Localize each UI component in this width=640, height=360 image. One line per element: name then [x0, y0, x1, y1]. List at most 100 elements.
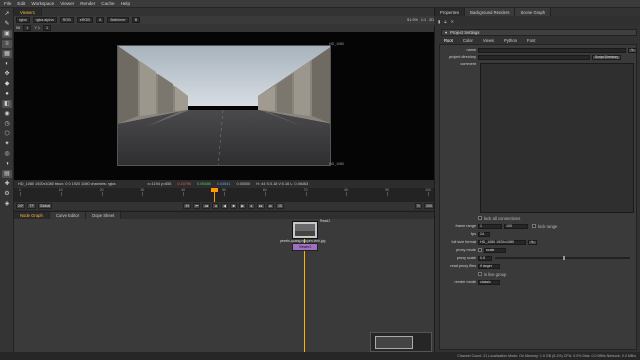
project-dir-field[interactable]: [478, 54, 590, 60]
playhead[interactable]: [214, 188, 215, 202]
play-icon[interactable]: ▶: [239, 203, 247, 209]
keyer-icon[interactable]: ●: [2, 90, 12, 98]
close-all-icon[interactable]: ✕: [451, 19, 455, 24]
proxy-mode-dropdown[interactable]: scale: [484, 247, 506, 253]
ratio-readout[interactable]: 1:1: [421, 18, 426, 22]
right-panel-tabs: Properties Background Renders Scene Grap…: [434, 8, 640, 16]
comment-textarea[interactable]: [480, 63, 634, 213]
read-proxy-dropdown[interactable]: if larger: [478, 263, 500, 269]
lock-icon[interactable]: 🔒︎: [444, 19, 446, 24]
filter-icon[interactable]: ◆: [2, 80, 12, 88]
menu-workspace[interactable]: Workspace: [31, 1, 54, 6]
proxy-scale-field[interactable]: 0.5: [478, 255, 492, 261]
gamma-label[interactable]: Y 1: [34, 26, 40, 30]
global-dropdown[interactable]: Global: [37, 203, 53, 209]
blend-dropdown[interactable]: Bafnimer: [107, 17, 129, 23]
lock-connections-checkbox[interactable]: [478, 216, 482, 220]
tab-python[interactable]: Python: [499, 37, 522, 44]
zoom-readout[interactable]: 51.9%: [407, 18, 418, 22]
tab-viewer1[interactable]: Viewer1: [14, 8, 43, 16]
alpha-dropdown[interactable]: rgba.alpha: [32, 17, 57, 23]
brush-icon[interactable]: ✎: [2, 20, 12, 28]
lut-dropdown[interactable]: sRGB: [76, 17, 93, 23]
read-proxy-label: read proxy files: [450, 264, 476, 268]
proxy-scale-slider[interactable]: [495, 256, 630, 260]
view-icon[interactable]: ◑: [2, 160, 12, 168]
grid-icon[interactable]: ▦: [2, 50, 12, 58]
name-edit-button[interactable]: ✎: [628, 47, 637, 53]
exposure-field[interactable]: 1: [23, 25, 32, 31]
node-graph-canvas[interactable]: Viewer1 Read1 pexels-quang-nguyen-vinh.j…: [14, 219, 434, 352]
plugin-icon[interactable]: ⚙: [2, 190, 12, 198]
menu-cache[interactable]: Cache: [101, 1, 114, 6]
metadata-icon[interactable]: ▤: [2, 170, 12, 178]
colorspace-dropdown[interactable]: RGB: [59, 17, 74, 23]
step-forward-icon[interactable]: ▸: [248, 203, 256, 209]
pointer-icon[interactable]: ➚: [2, 10, 12, 18]
merge-icon[interactable]: ◐: [2, 60, 12, 68]
3d-icon[interactable]: ⬡: [2, 130, 12, 138]
tab-font[interactable]: Font: [522, 37, 540, 44]
fps-field[interactable]: 24*: [16, 203, 26, 209]
transform-icon[interactable]: ✥: [2, 70, 12, 78]
full-size-edit-button[interactable]: ✎: [528, 239, 537, 245]
properties-count-icon[interactable]: ▮: [438, 19, 440, 24]
frame-field[interactable]: 1: [43, 25, 52, 31]
next-key-icon[interactable]: ▸▸: [257, 203, 265, 209]
other-icon[interactable]: ✚: [2, 180, 12, 188]
menu-render[interactable]: Render: [80, 1, 95, 6]
lock-range-checkbox[interactable]: [532, 224, 536, 228]
menu-file[interactable]: File: [4, 1, 11, 6]
prev-key-icon[interactable]: ◂◂: [202, 203, 211, 209]
channel-icon[interactable]: ◉: [2, 110, 12, 118]
viewer-node[interactable]: Viewer1: [292, 243, 318, 251]
tab-views[interactable]: Views: [478, 37, 499, 44]
input-a-dropdown[interactable]: A: [95, 17, 105, 23]
tab-color[interactable]: Color: [458, 37, 478, 44]
tf-dropdown[interactable]: TF: [27, 203, 36, 209]
last-frame-icon[interactable]: ⏭: [266, 203, 274, 209]
color-icon[interactable]: ◧: [2, 100, 12, 108]
viewer-canvas[interactable]: HD_1080 HD_1080: [14, 32, 434, 180]
node-graph-minimap[interactable]: [370, 332, 432, 352]
image-icon[interactable]: ▣: [2, 30, 12, 38]
particle-icon[interactable]: ✦: [2, 140, 12, 148]
fps-field[interactable]: 24: [478, 231, 490, 237]
read-node[interactable]: [292, 221, 318, 239]
end-frame-field[interactable]: 100: [424, 203, 435, 209]
stop-icon[interactable]: ■: [230, 203, 238, 209]
script-directory-button[interactable]: Script Directory: [592, 54, 622, 60]
live-group-checkbox[interactable]: [478, 272, 482, 276]
minimap-viewport[interactable]: [375, 336, 413, 349]
full-size-dropdown[interactable]: HD_1080 1920x1080: [478, 239, 526, 245]
frame-end-field[interactable]: 100: [504, 223, 528, 229]
tab-background-renders[interactable]: Background Renders: [465, 8, 516, 16]
frame-start-field[interactable]: 1: [478, 223, 502, 229]
loop-icon[interactable]: ↻: [415, 203, 423, 209]
input-b-dropdown[interactable]: B: [131, 17, 141, 23]
menu-edit[interactable]: Edit: [17, 1, 25, 6]
step-back-icon[interactable]: ◂: [212, 203, 220, 209]
menu-viewer[interactable]: Viewer: [60, 1, 74, 6]
timeline-tick: [101, 192, 103, 196]
tab-root[interactable]: Root: [439, 37, 458, 44]
timeline-ruler[interactable]: 1 10 20 30 40 50 60 70 80 90 100: [14, 188, 434, 196]
channels-dropdown[interactable]: rgba: [16, 17, 30, 23]
first-frame-icon[interactable]: ⏮: [193, 203, 201, 209]
tab-properties[interactable]: Properties: [435, 8, 466, 16]
step-field[interactable]: 10: [275, 203, 284, 209]
proxy-mode-checkbox[interactable]: [478, 248, 482, 252]
layers-icon[interactable]: ≡: [2, 40, 12, 48]
timeline[interactable]: 1 10 20 30 40 50 60 70 80 90 100: [14, 188, 434, 202]
python-icon[interactable]: ◈: [2, 200, 12, 208]
collapse-icon[interactable]: ▾: [445, 30, 447, 35]
gain-label[interactable]: f/8: [16, 26, 20, 30]
deep-icon[interactable]: ◎: [2, 150, 12, 158]
menu-help[interactable]: Help: [121, 1, 130, 6]
frame-field[interactable]: 49: [183, 203, 192, 209]
time-icon[interactable]: ◷: [2, 120, 12, 128]
name-field[interactable]: [478, 47, 626, 53]
render-mode-dropdown[interactable]: classic: [478, 279, 500, 285]
play-back-icon[interactable]: ◀: [221, 203, 229, 209]
tab-scene-graph[interactable]: Scene Graph: [515, 8, 552, 16]
